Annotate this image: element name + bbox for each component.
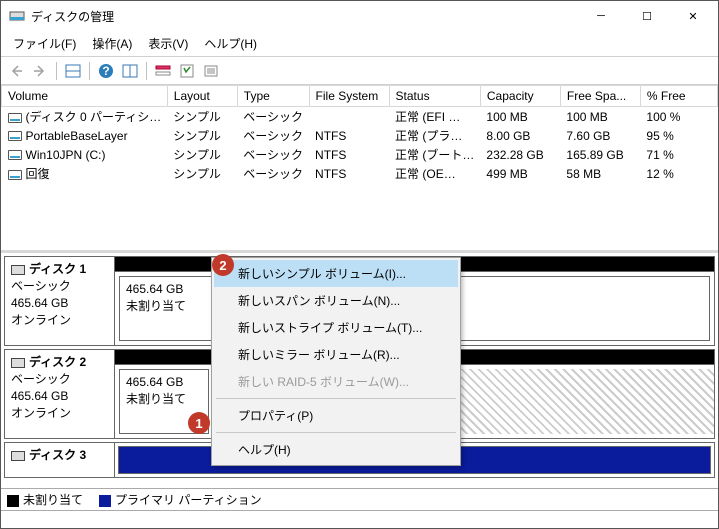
properties-button[interactable] (200, 60, 222, 82)
volume-icon (8, 170, 22, 180)
menu-help[interactable]: ヘルプ(H) (196, 33, 265, 54)
refresh-button[interactable] (119, 60, 141, 82)
context-menu: 新しいシンプル ボリューム(I)... 新しいスパン ボリューム(N)... 新… (211, 257, 461, 466)
menu-item-new-spanned-volume[interactable]: 新しいスパン ボリューム(N)... (214, 287, 458, 314)
menu-item-new-simple-volume[interactable]: 新しいシンプル ボリューム(I)... (214, 260, 458, 287)
settings-button[interactable] (176, 60, 198, 82)
menu-view[interactable]: 表示(V) (140, 33, 196, 54)
disk-type: ベーシック (11, 372, 71, 386)
partition-state: 未割り当て (126, 392, 186, 406)
svg-text:?: ? (102, 64, 109, 78)
volume-table[interactable]: Volume Layout Type File System Status Ca… (1, 85, 718, 183)
legend-label: プライマリ パーティション (115, 493, 262, 507)
title-bar: ディスクの管理 ─ ☐ ✕ (1, 1, 718, 31)
window-title: ディスクの管理 (31, 8, 578, 25)
volume-icon (8, 150, 22, 160)
col-pct[interactable]: % Free (640, 86, 717, 107)
table-row[interactable]: (ディスク 0 パーティシ…シンプルベーシック正常 (EFI …100 MB10… (2, 107, 718, 127)
disk-graphical-pane: ディスク 1 ベーシック 465.64 GB オンライン 465.64 GB 未… (1, 253, 718, 488)
forward-button[interactable] (29, 60, 51, 82)
disk-icon (11, 451, 25, 461)
menu-item-new-striped-volume[interactable]: 新しいストライプ ボリューム(T)... (214, 314, 458, 341)
col-layout[interactable]: Layout (167, 86, 237, 107)
partition-state: 未割り当て (126, 299, 186, 313)
disk-status: オンライン (11, 313, 71, 327)
annotation-badge-1: 1 (188, 412, 210, 434)
table-row[interactable]: 回復シンプルベーシックNTFS正常 (OE…499 MB58 MB12 % (2, 164, 718, 183)
table-row[interactable]: PortableBaseLayerシンプルベーシックNTFS正常 (プラ…8.0… (2, 126, 718, 145)
legend-swatch-unallocated (7, 495, 19, 507)
partition-size: 465.64 GB (126, 282, 183, 296)
disk-type: ベーシック (11, 279, 71, 293)
back-button[interactable] (5, 60, 27, 82)
col-status[interactable]: Status (389, 86, 480, 107)
view-list-button[interactable] (152, 60, 174, 82)
disk-header: ディスク 2 ベーシック 465.64 GB オンライン (5, 350, 115, 438)
menu-item-new-raid5-volume: 新しい RAID-5 ボリューム(W)... (214, 368, 458, 395)
menu-item-new-mirror-volume[interactable]: 新しいミラー ボリューム(R)... (214, 341, 458, 368)
menu-item-properties[interactable]: プロパティ(P) (214, 402, 458, 429)
toolbar: ? (1, 57, 718, 85)
col-free[interactable]: Free Spa... (560, 86, 640, 107)
partition-size: 465.64 GB (126, 375, 183, 389)
menu-file[interactable]: ファイル(F) (5, 33, 84, 54)
menu-action[interactable]: 操作(A) (84, 33, 140, 54)
annotation-badge-2: 2 (212, 254, 234, 276)
minimize-button[interactable]: ─ (578, 1, 624, 31)
close-button[interactable]: ✕ (670, 1, 716, 31)
app-icon (9, 8, 25, 24)
maximize-button[interactable]: ☐ (624, 1, 670, 31)
volume-list-pane: Volume Layout Type File System Status Ca… (1, 85, 718, 253)
menu-separator (216, 398, 456, 399)
help-button[interactable]: ? (95, 60, 117, 82)
col-volume[interactable]: Volume (2, 86, 168, 107)
disk-name: ディスク 3 (29, 448, 86, 462)
col-type[interactable]: Type (237, 86, 309, 107)
volume-icon (8, 113, 22, 123)
disk-icon (11, 358, 25, 368)
col-capacity[interactable]: Capacity (480, 86, 560, 107)
view-panes-button[interactable] (62, 60, 84, 82)
disk-size: 465.64 GB (11, 296, 68, 310)
table-row[interactable]: Win10JPN (C:)シンプルベーシックNTFS正常 (ブート…232.28… (2, 145, 718, 164)
status-bar (1, 510, 718, 528)
menu-separator (216, 432, 456, 433)
col-fs[interactable]: File System (309, 86, 389, 107)
disk-name: ディスク 1 (29, 262, 86, 276)
legend: 未割り当て プライマリ パーティション (1, 488, 718, 510)
menu-item-help[interactable]: ヘルプ(H) (214, 436, 458, 463)
volume-icon (8, 131, 22, 141)
disk-name: ディスク 2 (29, 355, 86, 369)
disk-header: ディスク 1 ベーシック 465.64 GB オンライン (5, 257, 115, 345)
legend-label: 未割り当て (23, 493, 83, 507)
menu-bar: ファイル(F) 操作(A) 表示(V) ヘルプ(H) (1, 31, 718, 57)
disk-size: 465.64 GB (11, 389, 68, 403)
disk-icon (11, 265, 25, 275)
disk-status: オンライン (11, 406, 71, 420)
disk-header: ディスク 3 (5, 443, 115, 477)
legend-swatch-primary (99, 495, 111, 507)
volume-header-row[interactable]: Volume Layout Type File System Status Ca… (2, 86, 718, 107)
